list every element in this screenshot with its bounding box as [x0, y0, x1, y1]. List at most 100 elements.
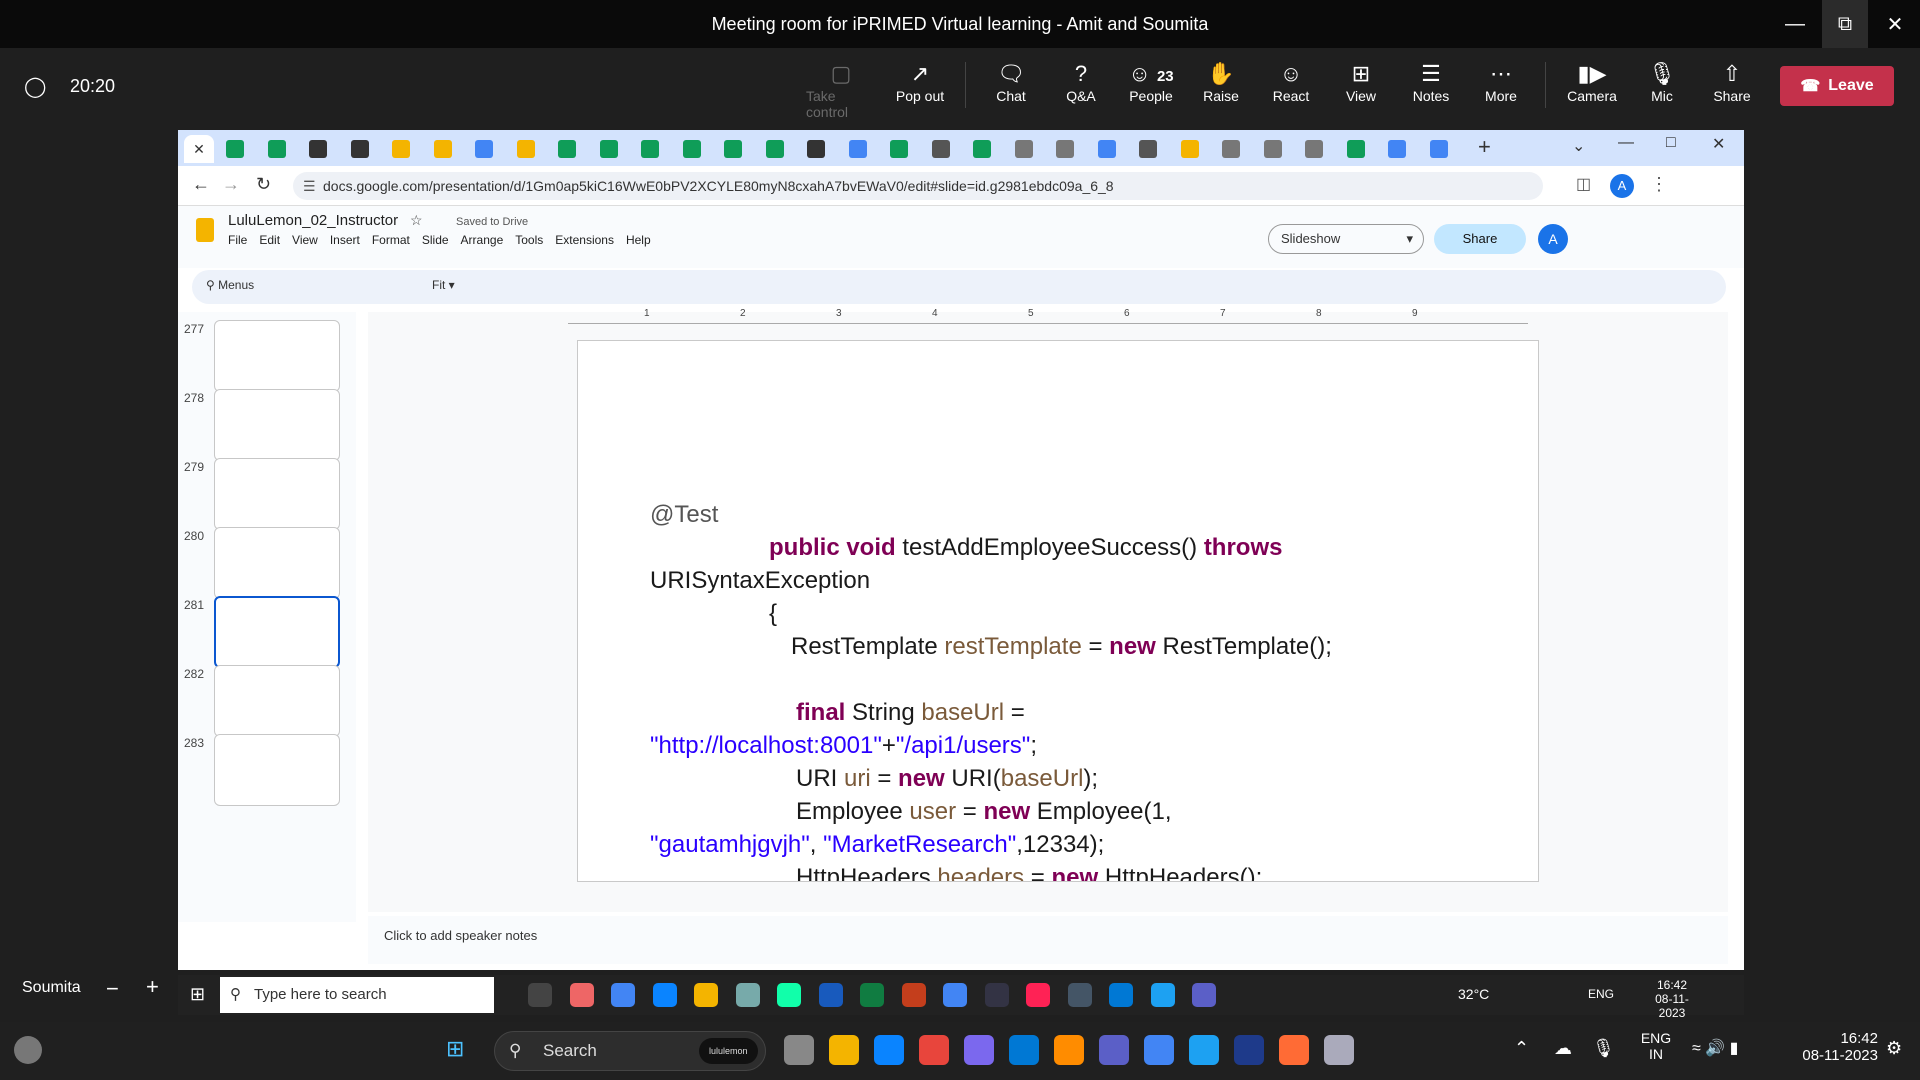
- extensions-icon[interactable]: ◫: [1576, 174, 1591, 194]
- new-tab-button[interactable]: +: [1478, 134, 1491, 160]
- taskbar-app-icon[interactable]: [874, 1035, 904, 1065]
- browser-tab[interactable]: [392, 140, 410, 158]
- minimize-button[interactable]: —: [1772, 0, 1818, 48]
- close-button[interactable]: ✕: [1872, 0, 1918, 48]
- browser-tab[interactable]: [1388, 140, 1406, 158]
- browser-tab[interactable]: [475, 140, 493, 158]
- chat-button[interactable]: 🗨 Chat: [976, 60, 1046, 104]
- browser-tab[interactable]: [641, 140, 659, 158]
- zoom-in-button[interactable]: +: [146, 974, 159, 1000]
- menu-item-tools[interactable]: Tools: [515, 233, 543, 247]
- share-doc-button[interactable]: Share: [1434, 224, 1526, 254]
- windows-start-button[interactable]: ⊞: [446, 1036, 464, 1062]
- user-avatar[interactable]: A: [1538, 224, 1568, 254]
- browser-tab[interactable]: [807, 140, 825, 158]
- browser-tab[interactable]: [599, 140, 618, 158]
- browser-close-button[interactable]: ✕: [1712, 134, 1725, 154]
- menu-item-arrange[interactable]: Arrange: [461, 233, 504, 247]
- onedrive-icon[interactable]: ☁: [1554, 1038, 1572, 1059]
- slide-thumbnail[interactable]: [214, 734, 340, 806]
- browser-tab[interactable]: [724, 140, 742, 158]
- taskbar-search[interactable]: ⚲ Search lululemon: [494, 1031, 766, 1071]
- browser-tab[interactable]: [433, 140, 452, 158]
- menu-item-file[interactable]: File: [228, 233, 247, 247]
- browser-tab[interactable]: [1056, 140, 1074, 158]
- browser-tab[interactable]: [309, 140, 327, 158]
- taskbar-app-icon[interactable]: [1009, 1035, 1039, 1065]
- browser-tab[interactable]: [1139, 140, 1157, 158]
- more-button[interactable]: ⋯ More: [1466, 60, 1536, 104]
- browser-tab[interactable]: [1346, 140, 1365, 158]
- slide-thumbnail[interactable]: [214, 527, 340, 599]
- forward-icon[interactable]: →: [222, 174, 240, 195]
- wifi-icon[interactable]: ≈ 🔊 ▮: [1692, 1038, 1738, 1058]
- back-icon[interactable]: ←: [192, 174, 210, 195]
- slideshow-button[interactable]: Slideshow ▾: [1268, 224, 1424, 254]
- browser-menu-icon[interactable]: ⋮: [1650, 174, 1668, 195]
- browser-tab[interactable]: [682, 140, 701, 158]
- taskbar-app-icon[interactable]: [784, 1035, 814, 1065]
- speaker-notes[interactable]: Click to add speaker notes: [368, 916, 1728, 964]
- menu-item-insert[interactable]: Insert: [330, 233, 360, 247]
- slide-thumbnail[interactable]: [214, 320, 340, 392]
- taskbar-app-icon[interactable]: [919, 1035, 949, 1065]
- taskbar-app-icon[interactable]: [1099, 1035, 1129, 1065]
- taskbar-app-icon[interactable]: [829, 1035, 859, 1065]
- browser-tab[interactable]: [1222, 140, 1240, 158]
- browser-tab[interactable]: [848, 140, 867, 158]
- take-control-button[interactable]: ▢ Take control: [806, 60, 876, 120]
- browser-tab[interactable]: [267, 140, 286, 158]
- menu-item-edit[interactable]: Edit: [259, 233, 280, 247]
- url-input[interactable]: ☰ docs.google.com/presentation/d/1Gm0ap5k…: [293, 172, 1543, 200]
- slide-thumbnail[interactable]: [214, 596, 340, 668]
- browser-tab[interactable]: [1180, 140, 1199, 158]
- menus-search[interactable]: ⚲ Menus: [206, 278, 254, 292]
- mic-muted-icon[interactable]: 🎙: [1592, 1038, 1615, 1059]
- browser-tab[interactable]: [516, 140, 535, 158]
- active-tab-close[interactable]: ✕: [184, 135, 214, 163]
- share-button[interactable]: ⇧ Share: [1697, 60, 1767, 104]
- notification-icon[interactable]: ⚙: [1886, 1038, 1902, 1059]
- browser-tab[interactable]: [1097, 140, 1116, 158]
- taskbar-app-icon[interactable]: [1144, 1035, 1174, 1065]
- camera-button[interactable]: ▮▶ Camera: [1557, 60, 1627, 104]
- menu-item-extensions[interactable]: Extensions: [555, 233, 614, 247]
- taskbar-app-icon[interactable]: [1054, 1035, 1084, 1065]
- lang-indicator[interactable]: ENG IN: [1636, 1030, 1676, 1062]
- notes-button[interactable]: ☰ Notes: [1396, 60, 1466, 104]
- menu-item-help[interactable]: Help: [626, 233, 651, 247]
- restore-button[interactable]: ⧉: [1822, 0, 1868, 48]
- tab-search-icon[interactable]: ⌄: [1572, 136, 1585, 156]
- zoom-out-button[interactable]: −: [106, 976, 119, 1002]
- taskbar-app-icon[interactable]: [1324, 1035, 1354, 1065]
- browser-tab[interactable]: [350, 140, 369, 158]
- weather-widget-icon[interactable]: [14, 1036, 42, 1064]
- people-button[interactable]: ☺ 23 People: [1116, 60, 1186, 104]
- view-button[interactable]: ⊞ View: [1326, 60, 1396, 104]
- show-hidden-icons[interactable]: ⌃: [1514, 1038, 1529, 1059]
- slide-thumbnail[interactable]: [214, 389, 340, 461]
- doc-title[interactable]: LuluLemon_02_Instructor: [228, 212, 398, 229]
- browser-minimize-button[interactable]: —: [1618, 134, 1634, 152]
- browser-tab[interactable]: [765, 140, 784, 158]
- react-button[interactable]: ☺ React: [1256, 60, 1326, 104]
- browser-tab[interactable]: [1263, 140, 1282, 158]
- raise-hand-button[interactable]: ✋ Raise: [1186, 60, 1256, 104]
- taskbar-app-icon[interactable]: [1279, 1035, 1309, 1065]
- slide-thumbnail[interactable]: [214, 665, 340, 737]
- star-icon[interactable]: ☆: [410, 212, 423, 229]
- browser-tab[interactable]: [973, 140, 991, 158]
- menu-item-format[interactable]: Format: [372, 233, 410, 247]
- pop-out-button[interactable]: ↗ Pop out: [885, 60, 955, 104]
- taskbar-app-icon[interactable]: [1189, 1035, 1219, 1065]
- taskbar-app-icon[interactable]: [1234, 1035, 1264, 1065]
- qa-button[interactable]: ? Q&A: [1046, 60, 1116, 104]
- profile-avatar[interactable]: A: [1610, 174, 1634, 198]
- leave-button[interactable]: ☎ Leave: [1780, 66, 1894, 106]
- mic-button[interactable]: 🎙 Mic: [1627, 60, 1697, 104]
- browser-tab[interactable]: [1429, 140, 1448, 158]
- zoom-select[interactable]: Fit ▾: [432, 278, 455, 292]
- browser-tab[interactable]: [1305, 140, 1323, 158]
- browser-maximize-button[interactable]: □: [1666, 134, 1676, 152]
- slide-thumbnail[interactable]: [214, 458, 340, 530]
